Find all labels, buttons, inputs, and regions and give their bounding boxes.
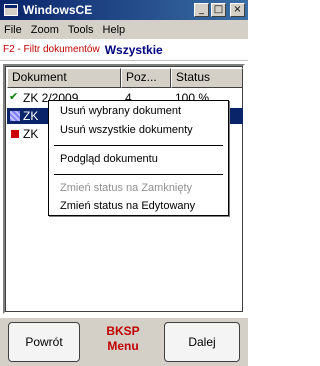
column-header-status[interactable]: Status — [171, 68, 243, 88]
window-title: WindowsCE — [23, 3, 93, 17]
menu-item-delete-selected[interactable]: Usuń wybrany dokument — [60, 105, 181, 117]
context-menu: Usuń wybrany dokument Usuń wszystkie dok… — [48, 100, 229, 216]
menu-hint-key: BKSP — [106, 324, 140, 338]
list-header: Dokument Poz... Status — [7, 68, 243, 88]
row-document: ZK — [23, 127, 39, 141]
menu-help[interactable]: Help — [103, 24, 126, 36]
menu-item-status-edited[interactable]: Zmień status na Edytowany — [60, 200, 195, 212]
title-bar: WindowsCE _ □ × — [0, 0, 248, 20]
column-header-dokument[interactable]: Dokument — [7, 68, 121, 88]
menu-item-delete-all[interactable]: Usuń wszystkie dokumenty — [60, 124, 193, 136]
menu-separator — [54, 145, 223, 146]
red-square-icon — [9, 128, 21, 140]
row-document: ZK — [23, 109, 39, 123]
back-button[interactable]: Powrót — [8, 322, 80, 362]
minimize-button[interactable]: _ — [194, 3, 209, 17]
menu-tools[interactable]: Tools — [68, 24, 94, 36]
selected-row-icon — [9, 110, 21, 122]
close-button[interactable]: × — [230, 3, 245, 17]
column-header-poz[interactable]: Poz... — [121, 68, 171, 88]
filter-value[interactable]: Wszystkie — [105, 43, 163, 57]
menu-hint: BKSP Menu — [86, 324, 160, 354]
check-icon — [9, 90, 21, 104]
menu-bar: File Zoom Tools Help — [0, 20, 248, 39]
menu-item-preview[interactable]: Podgląd dokumentu — [60, 153, 158, 165]
window-icon — [3, 3, 19, 17]
menu-hint-label: Menu — [107, 339, 139, 353]
maximize-button[interactable]: □ — [211, 3, 226, 17]
menu-separator — [54, 174, 223, 175]
filter-label: F2 - Filtr dokumentów — [3, 44, 100, 55]
menu-zoom[interactable]: Zoom — [31, 24, 59, 36]
menu-item-status-closed: Zmień status na Zamknięty — [60, 182, 193, 194]
next-button[interactable]: Dalej — [164, 322, 240, 362]
menu-file[interactable]: File — [4, 24, 22, 36]
filter-bar[interactable]: F2 - Filtr dokumentów Wszystkie — [0, 39, 248, 61]
bottom-bar: Powrót BKSP Menu Dalej — [0, 318, 248, 366]
